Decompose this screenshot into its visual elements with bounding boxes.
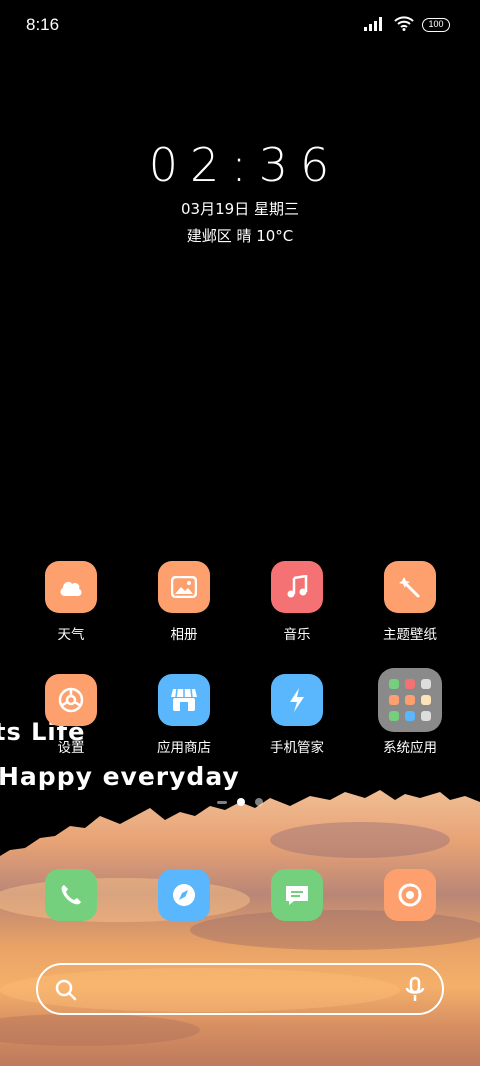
app-store-icon (158, 674, 210, 726)
messages-icon (271, 869, 323, 921)
app-label: 主题壁纸 (383, 627, 437, 643)
themes-icon (384, 561, 436, 613)
dock-phone[interactable] (16, 869, 126, 921)
security-icon (271, 674, 323, 726)
search-bar[interactable] (36, 963, 444, 1015)
page-indicator-home (217, 800, 227, 804)
settings-icon (45, 674, 97, 726)
wifi-icon (394, 15, 414, 35)
clock-widget[interactable]: 02:36 03月19日 星期三 建邺区 晴 10°C (0, 138, 480, 246)
app-music[interactable]: 音乐 (242, 561, 352, 643)
dock-camera[interactable] (355, 869, 465, 921)
sunset-sky (0, 780, 480, 1066)
weather-icon (45, 561, 97, 613)
phone-icon (45, 869, 97, 921)
app-label: 应用商店 (157, 740, 211, 756)
dock-browser[interactable] (129, 869, 239, 921)
app-themes[interactable]: 主题壁纸 (355, 561, 465, 643)
microphone-icon[interactable] (404, 976, 426, 1008)
app-label: 手机管家 (270, 740, 324, 756)
dock-messages[interactable] (242, 869, 352, 921)
folder-preview-grid (389, 679, 431, 721)
app-label: 天气 (57, 627, 85, 643)
app-label: 相册 (170, 627, 198, 643)
app-folder-system[interactable]: 系统应用 (355, 668, 465, 756)
app-gallery[interactable]: 相册 (129, 561, 239, 643)
page-indicator-dot-active (237, 798, 245, 806)
status-time: 8:16 (26, 15, 60, 34)
app-label: 系统应用 (383, 740, 437, 756)
clock-time: 02:36 (148, 138, 342, 192)
page-indicator[interactable] (0, 798, 480, 806)
battery-indicator: 100 (422, 18, 450, 32)
app-security[interactable]: 手机管家 (242, 674, 352, 756)
status-icons: 100 (364, 15, 450, 35)
music-icon (271, 561, 323, 613)
app-store[interactable]: 应用商店 (129, 674, 239, 756)
folder-icon (378, 668, 442, 732)
search-icon[interactable] (54, 978, 78, 1006)
clock-weather: 建邺区 晴 10°C (186, 227, 294, 245)
app-label: 音乐 (283, 627, 311, 643)
app-settings[interactable]: 设置 (16, 674, 126, 756)
page-indicator-dot (255, 798, 263, 806)
app-weather[interactable]: 天气 (16, 561, 126, 643)
gallery-icon (158, 561, 210, 613)
camera-icon (384, 869, 436, 921)
wallpaper-text-line2: Happy everyday (0, 762, 240, 791)
clock-date: 03月19日 星期三 (181, 200, 299, 218)
status-bar: 8:16 100 (0, 0, 480, 50)
app-label: 设置 (57, 740, 85, 756)
browser-icon (158, 869, 210, 921)
signal-bars-icon (364, 16, 386, 35)
